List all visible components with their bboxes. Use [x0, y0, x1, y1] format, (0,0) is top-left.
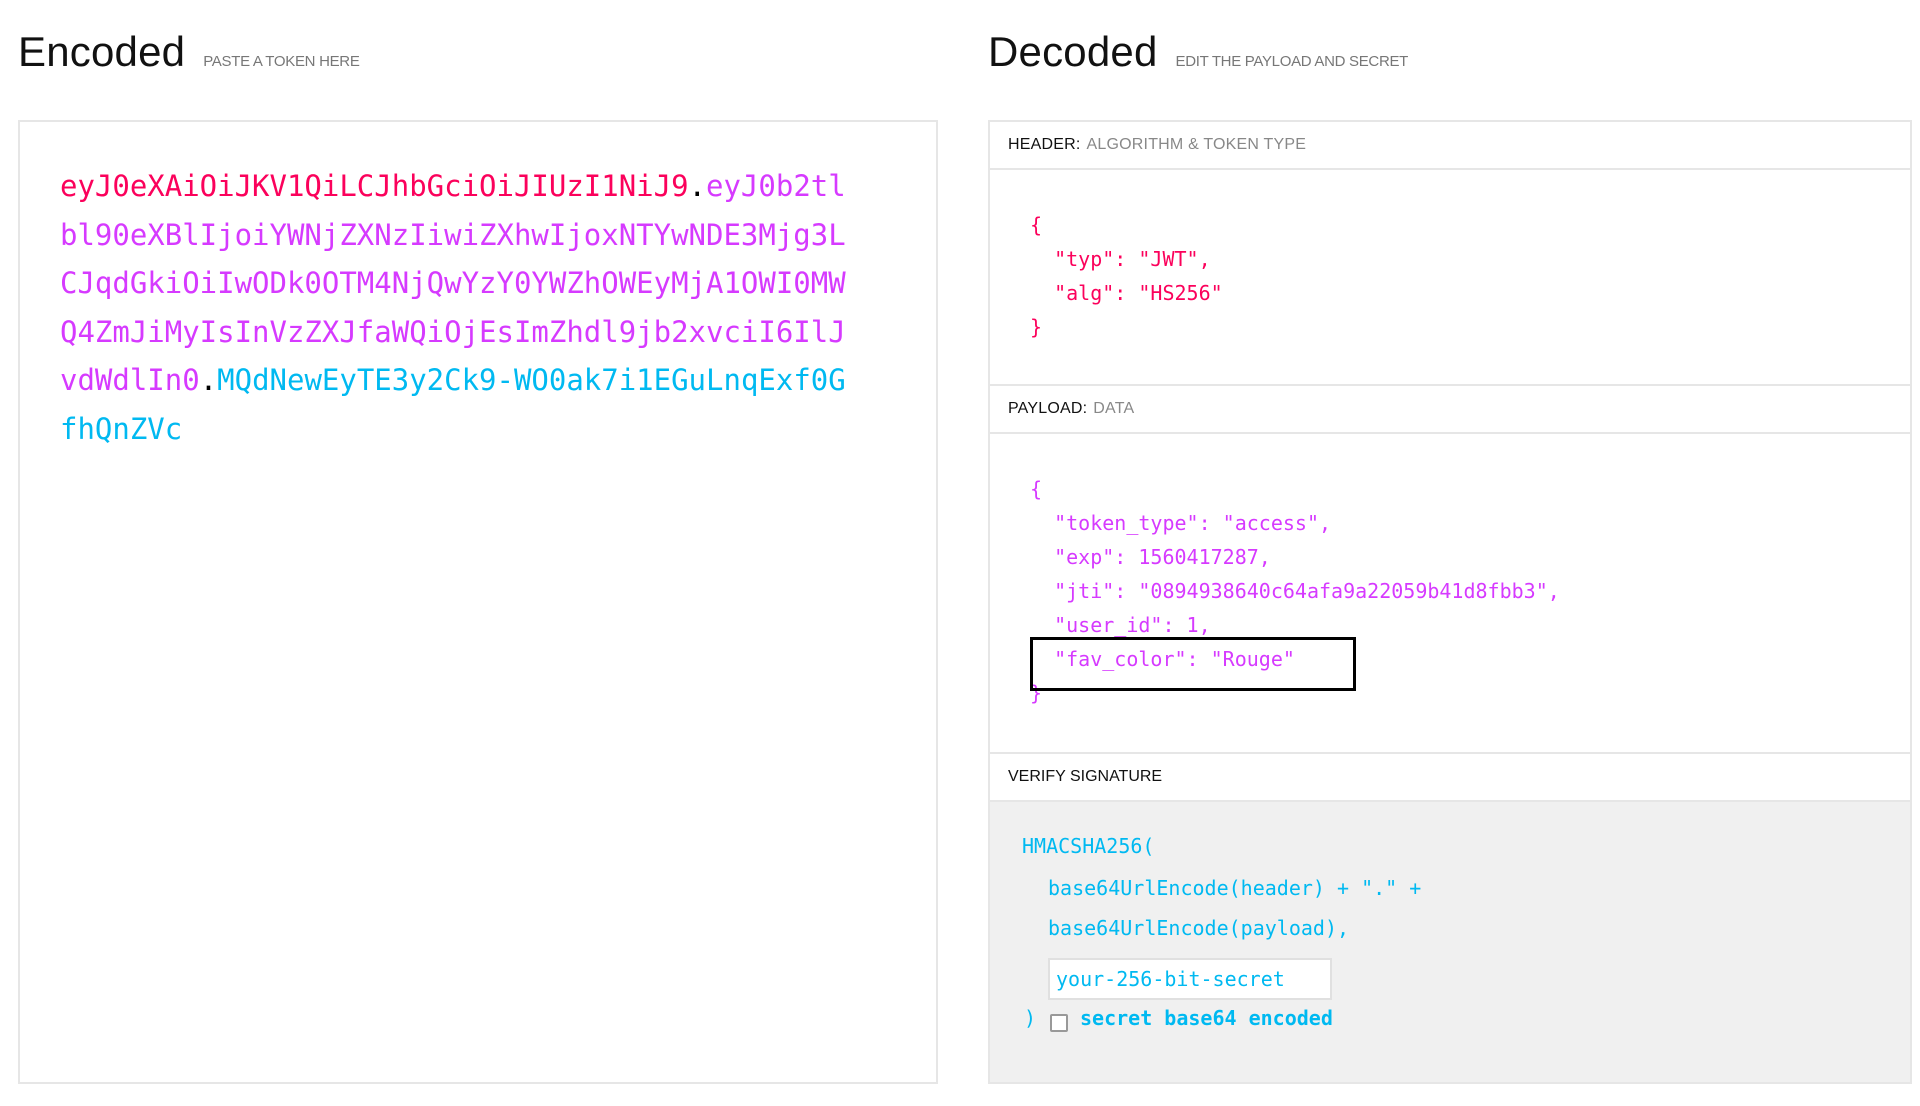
- header-section-sublabel: ALGORITHM & TOKEN TYPE: [1086, 136, 1307, 153]
- highlight-box: [1030, 637, 1356, 691]
- encoded-title-row: Encoded PASTE A TOKEN HERE: [18, 28, 360, 76]
- secret-base64-checkbox[interactable]: [1050, 1014, 1068, 1032]
- json-line: "typ": "JWT",: [1030, 247, 1211, 271]
- encoded-token-panel[interactable]: eyJ0eXAiOiJKV1QiLCJhbGciOiJIUzI1NiJ9.eyJ…: [18, 120, 938, 1084]
- json-line: {: [1030, 477, 1043, 501]
- encoded-title: Encoded: [18, 28, 186, 75]
- json-line: "alg": "HS256": [1030, 281, 1223, 305]
- header-json-editor[interactable]: { "typ": "JWT", "alg": "HS256" }: [990, 170, 1910, 386]
- json-line: }: [1030, 315, 1043, 339]
- payload-section-sublabel: DATA: [1093, 400, 1135, 417]
- token-separator: .: [199, 363, 218, 397]
- json-line: "exp": 1560417287,: [1030, 545, 1271, 569]
- verify-signature-title: VERIFY SIGNATURE: [990, 754, 1910, 802]
- token-header-part: eyJ0eXAiOiJKV1QiLCJhbGciOiJIUzI1NiJ9: [60, 169, 689, 203]
- payload-encode-line: base64UrlEncode(payload),: [1048, 916, 1350, 940]
- json-line: {: [1030, 213, 1043, 237]
- encoded-subtitle: PASTE A TOKEN HERE: [203, 53, 360, 70]
- decoded-subtitle: EDIT THE PAYLOAD AND SECRET: [1175, 53, 1409, 70]
- hmac-function-line: HMACSHA256(: [1022, 834, 1155, 858]
- encoded-token-text[interactable]: eyJ0eXAiOiJKV1QiLCJhbGciOiJIUzI1NiJ9.eyJ…: [60, 162, 860, 453]
- header-encode-line: base64UrlEncode(header) + "." +: [1048, 876, 1422, 900]
- header-section-title: HEADER: ALGORITHM & TOKEN TYPE: [990, 122, 1910, 170]
- header-section-label: HEADER:: [1008, 136, 1081, 153]
- secret-input[interactable]: [1048, 958, 1332, 1000]
- token-separator: .: [688, 169, 707, 203]
- verify-signature-body: HMACSHA256( base64UrlEncode(header) + ".…: [990, 802, 1910, 1082]
- decoded-title: Decoded: [988, 28, 1158, 75]
- json-line: "jti": "0894938640c64afa9a22059b41d8fbb3…: [1030, 579, 1560, 603]
- secret-base64-label[interactable]: secret base64 encoded: [1080, 1006, 1333, 1030]
- decoded-panel: HEADER: ALGORITHM & TOKEN TYPE { "typ": "…: [988, 120, 1912, 1084]
- decoded-title-row: Decoded EDIT THE PAYLOAD AND SECRET: [988, 28, 1408, 76]
- payload-section-title: PAYLOAD: DATA: [990, 386, 1910, 434]
- verify-section-label: VERIFY SIGNATURE: [1008, 768, 1163, 785]
- closing-paren: ): [1024, 1006, 1037, 1030]
- json-line: "token_type": "access",: [1030, 511, 1332, 535]
- payload-section-label: PAYLOAD:: [1008, 400, 1088, 417]
- payload-json-editor[interactable]: { "token_type": "access", "exp": 1560417…: [990, 434, 1910, 754]
